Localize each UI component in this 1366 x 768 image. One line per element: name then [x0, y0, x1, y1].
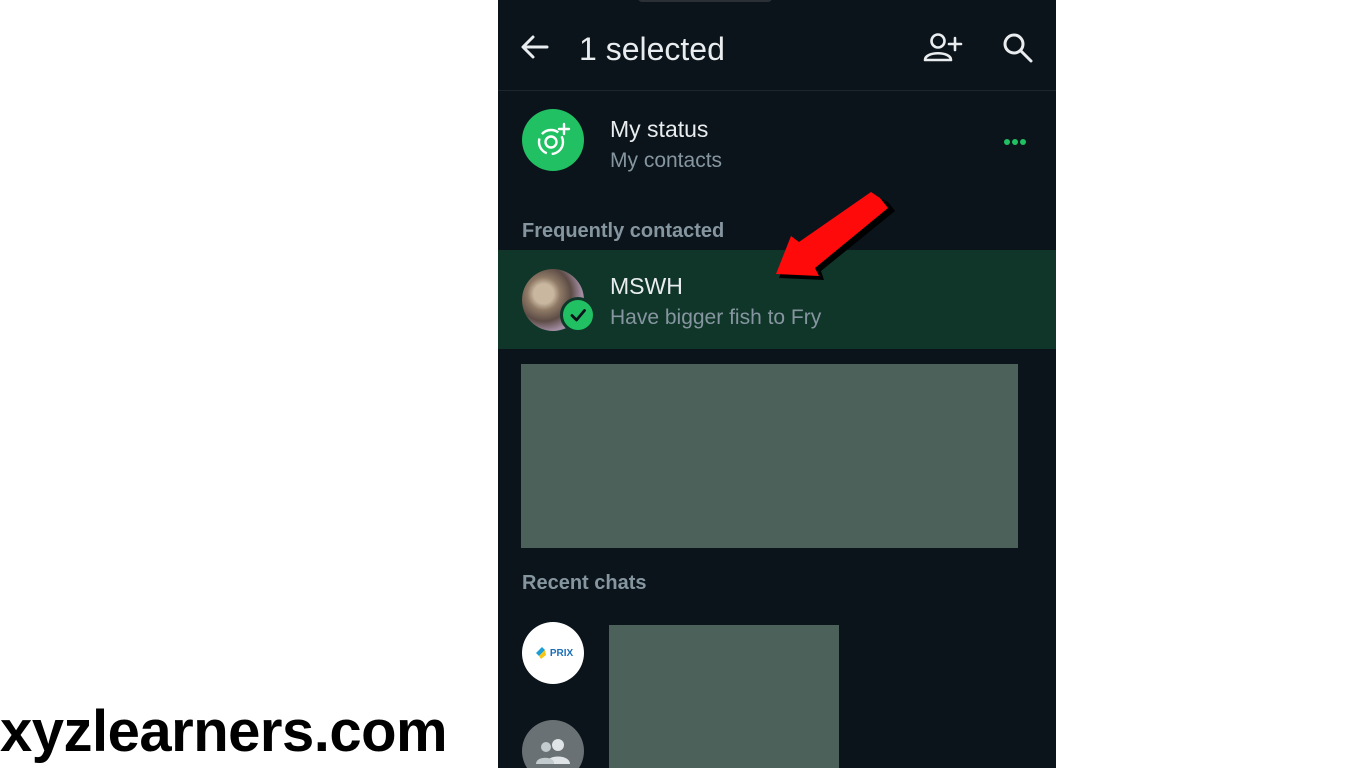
- add-contact-button[interactable]: [922, 30, 964, 66]
- section-recent-chats: Recent chats: [522, 572, 647, 594]
- status-sub: My contacts: [610, 149, 723, 172]
- my-status-row[interactable]: My status My contacts: [498, 100, 1056, 184]
- red-arrow-icon: [776, 192, 895, 280]
- site-watermark: xyzlearners.com: [0, 699, 448, 764]
- group-icon: [536, 739, 570, 764]
- phone-screen: 1 selected My status My contacts Frequen…: [498, 0, 1056, 768]
- status-avatar: [522, 109, 584, 171]
- contact-about: Have bigger fish to Fry: [610, 306, 822, 329]
- search-icon: [1003, 33, 1033, 63]
- contact-name: MSWH: [610, 273, 683, 299]
- check-icon: [570, 309, 586, 322]
- top-app-bar: 1 selected: [498, 0, 1056, 91]
- prix-logo-icon: [535, 647, 546, 659]
- prix-avatar-text: PRIX: [549, 647, 574, 659]
- prix-avatar: PRIX: [522, 622, 584, 684]
- back-button[interactable]: [518, 30, 552, 64]
- redacted-recent-block: [609, 625, 839, 768]
- search-button[interactable]: [1000, 30, 1036, 66]
- section-frequently-contacted: Frequently contacted: [522, 220, 725, 242]
- group-avatar: [522, 720, 584, 768]
- back-arrow-icon: [521, 35, 549, 59]
- selection-count-title: 1 selected: [579, 31, 725, 67]
- add-contact-icon: [923, 33, 963, 62]
- status-icon: [537, 122, 571, 156]
- more-dots-icon: [1004, 139, 1026, 145]
- selected-check-badge: [560, 297, 596, 333]
- status-more-button[interactable]: [1000, 131, 1034, 153]
- status-name: My status: [610, 116, 709, 142]
- redacted-contact-block: [521, 364, 1018, 548]
